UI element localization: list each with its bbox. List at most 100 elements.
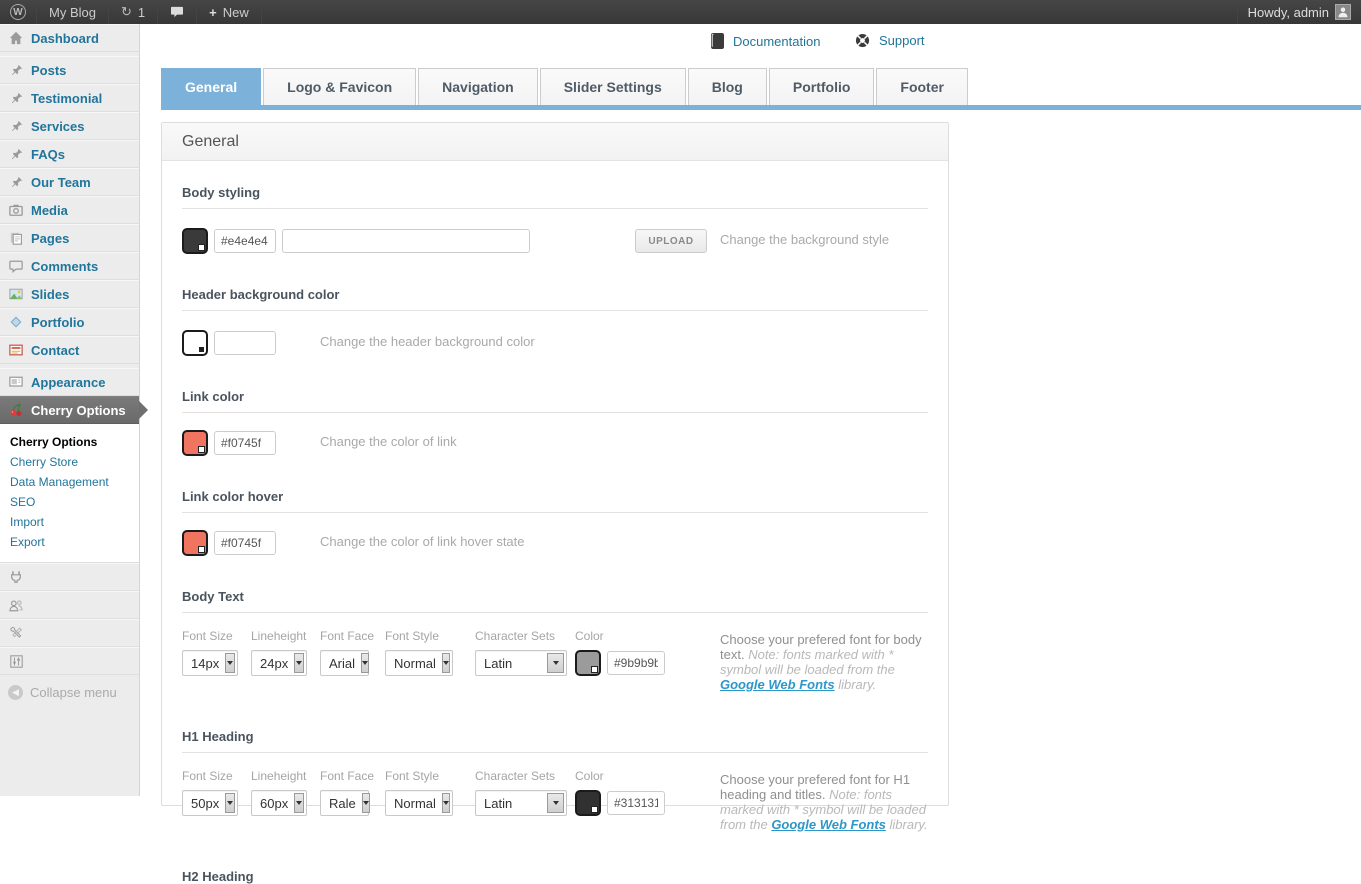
home-icon xyxy=(8,31,24,45)
comments-menu[interactable] xyxy=(158,0,197,24)
tab-navigation[interactable]: Navigation xyxy=(418,68,538,105)
admin-sidebar: Dashboard Posts Testimonial Services FAQ… xyxy=(0,24,140,796)
tab-general[interactable]: General xyxy=(161,68,261,105)
chevron-down-icon xyxy=(225,793,235,813)
selected-value: Arial xyxy=(329,656,355,671)
new-label: New xyxy=(223,5,249,20)
sidebar-item-slides[interactable]: Slides xyxy=(0,280,139,308)
submenu-item-cherry-options[interactable]: Cherry Options xyxy=(10,432,139,452)
h1-font-style-select[interactable]: Normal xyxy=(385,790,453,816)
tab-footer[interactable]: Footer xyxy=(876,68,968,105)
color-picker-notch xyxy=(198,346,205,353)
sidebar-item-label: Services xyxy=(31,119,85,134)
background-image-input[interactable] xyxy=(282,229,530,253)
sidebar-item-services[interactable]: Services xyxy=(0,112,139,140)
link-color-picker-button[interactable] xyxy=(182,430,208,456)
tab-slider-settings[interactable]: Slider Settings xyxy=(540,68,686,105)
sidebar-item-contact[interactable]: Contact xyxy=(0,336,139,364)
sidebar-item-posts[interactable]: Posts xyxy=(0,56,139,84)
link-color-input[interactable] xyxy=(214,431,276,455)
link-hover-color-input[interactable] xyxy=(214,531,276,555)
h1-color-input[interactable] xyxy=(607,791,665,815)
sidebar-item-label: Dashboard xyxy=(31,31,99,46)
selected-value: Rale xyxy=(329,796,356,811)
speech-bubble-icon xyxy=(8,260,24,273)
link-hover-color-picker-button[interactable] xyxy=(182,530,208,556)
h1-font-face-select[interactable]: Rale xyxy=(320,790,369,816)
sidebar-item-label: Appearance xyxy=(31,375,105,390)
lineheight-field: Lineheight 60px xyxy=(251,769,320,816)
sidebar-item-tools[interactable] xyxy=(0,619,139,647)
support-link[interactable]: Support xyxy=(855,33,925,48)
submenu-item-export[interactable]: Export xyxy=(10,532,139,552)
sidebar-item-cherry-options[interactable]: Cherry Options xyxy=(0,396,139,424)
wordpress-logo-button[interactable]: W xyxy=(0,0,37,24)
background-color-input[interactable] xyxy=(214,229,276,253)
upload-button[interactable]: UPLOAD xyxy=(635,229,707,253)
updates-menu[interactable]: ↻ 1 xyxy=(109,0,158,24)
selected-value: 14px xyxy=(191,656,219,671)
body-text-color-input[interactable] xyxy=(607,651,665,675)
sidebar-item-appearance[interactable]: Appearance xyxy=(0,368,139,396)
h1-color-picker-button[interactable] xyxy=(575,790,601,816)
header-color-input[interactable] xyxy=(214,331,276,355)
sidebar-item-portfolio[interactable]: Portfolio xyxy=(0,308,139,336)
field-label: Font Size xyxy=(182,629,251,643)
h1-charsets-select[interactable]: Latin xyxy=(475,790,567,816)
field-label: Font Style xyxy=(385,629,475,643)
font-size-select[interactable]: 14px xyxy=(182,650,238,676)
updates-icon: ↻ xyxy=(121,4,132,20)
tab-blog[interactable]: Blog xyxy=(688,68,767,105)
chevron-down-icon xyxy=(294,793,304,813)
tab-portfolio[interactable]: Portfolio xyxy=(769,68,875,105)
help-note-text: Note: fonts marked with * symbol will be… xyxy=(720,647,895,677)
header-bg-row: Change the header background color xyxy=(182,329,928,357)
lifebuoy-icon xyxy=(855,33,870,48)
selected-value: Latin xyxy=(484,656,512,671)
support-label: Support xyxy=(879,33,925,48)
sidebar-item-media[interactable]: Media xyxy=(0,196,139,224)
font-face-select[interactable]: Arial xyxy=(320,650,369,676)
section-title-body-text: Body Text xyxy=(182,589,928,604)
sidebar-item-users[interactable] xyxy=(0,591,139,619)
sidebar-item-our-team[interactable]: Our Team xyxy=(0,168,139,196)
body-text-color-picker-button[interactable] xyxy=(575,650,601,676)
submenu-item-cherry-store[interactable]: Cherry Store xyxy=(10,452,139,472)
section-title-body-styling: Body styling xyxy=(182,185,928,200)
header-color-picker-button[interactable] xyxy=(182,330,208,356)
sidebar-item-label: FAQs xyxy=(31,147,65,162)
tab-logo-favicon[interactable]: Logo & Favicon xyxy=(263,68,416,105)
sidebar-item-plugins[interactable] xyxy=(0,563,139,591)
selected-value: 24px xyxy=(260,656,288,671)
users-icon xyxy=(8,599,24,612)
sidebar-item-comments[interactable]: Comments xyxy=(0,252,139,280)
divider xyxy=(182,752,928,753)
divider xyxy=(182,612,928,613)
google-web-fonts-link[interactable]: Google Web Fonts xyxy=(720,677,835,692)
section-title-h1: H1 Heading xyxy=(182,729,928,744)
link-hover-row: Change the color of link hover state xyxy=(182,529,928,557)
sidebar-item-label: Media xyxy=(31,203,68,218)
collapse-menu-label: Collapse menu xyxy=(30,685,117,700)
submenu-item-data-management[interactable]: Data Management xyxy=(10,472,139,492)
account-menu[interactable]: Howdy, admin xyxy=(1237,0,1361,24)
h1-font-size-select[interactable]: 50px xyxy=(182,790,238,816)
google-web-fonts-link[interactable]: Google Web Fonts xyxy=(771,817,886,832)
image-icon xyxy=(8,288,24,300)
font-style-select[interactable]: Normal xyxy=(385,650,453,676)
charsets-select[interactable]: Latin xyxy=(475,650,567,676)
background-color-picker-button[interactable] xyxy=(182,228,208,254)
new-content-menu[interactable]: + New xyxy=(197,0,262,24)
h1-lineheight-select[interactable]: 60px xyxy=(251,790,307,816)
submenu-item-seo[interactable]: SEO xyxy=(10,492,139,512)
sidebar-item-faqs[interactable]: FAQs xyxy=(0,140,139,168)
lineheight-select[interactable]: 24px xyxy=(251,650,307,676)
sidebar-item-testimonial[interactable]: Testimonial xyxy=(0,84,139,112)
documentation-link[interactable]: Documentation xyxy=(711,33,820,49)
submenu-item-import[interactable]: Import xyxy=(10,512,139,532)
collapse-menu-button[interactable]: ◀ Collapse menu xyxy=(0,675,139,710)
sidebar-item-settings[interactable] xyxy=(0,647,139,675)
site-name-menu[interactable]: My Blog xyxy=(37,0,109,24)
sidebar-item-pages[interactable]: Pages xyxy=(0,224,139,252)
sidebar-item-dashboard[interactable]: Dashboard xyxy=(0,24,139,52)
